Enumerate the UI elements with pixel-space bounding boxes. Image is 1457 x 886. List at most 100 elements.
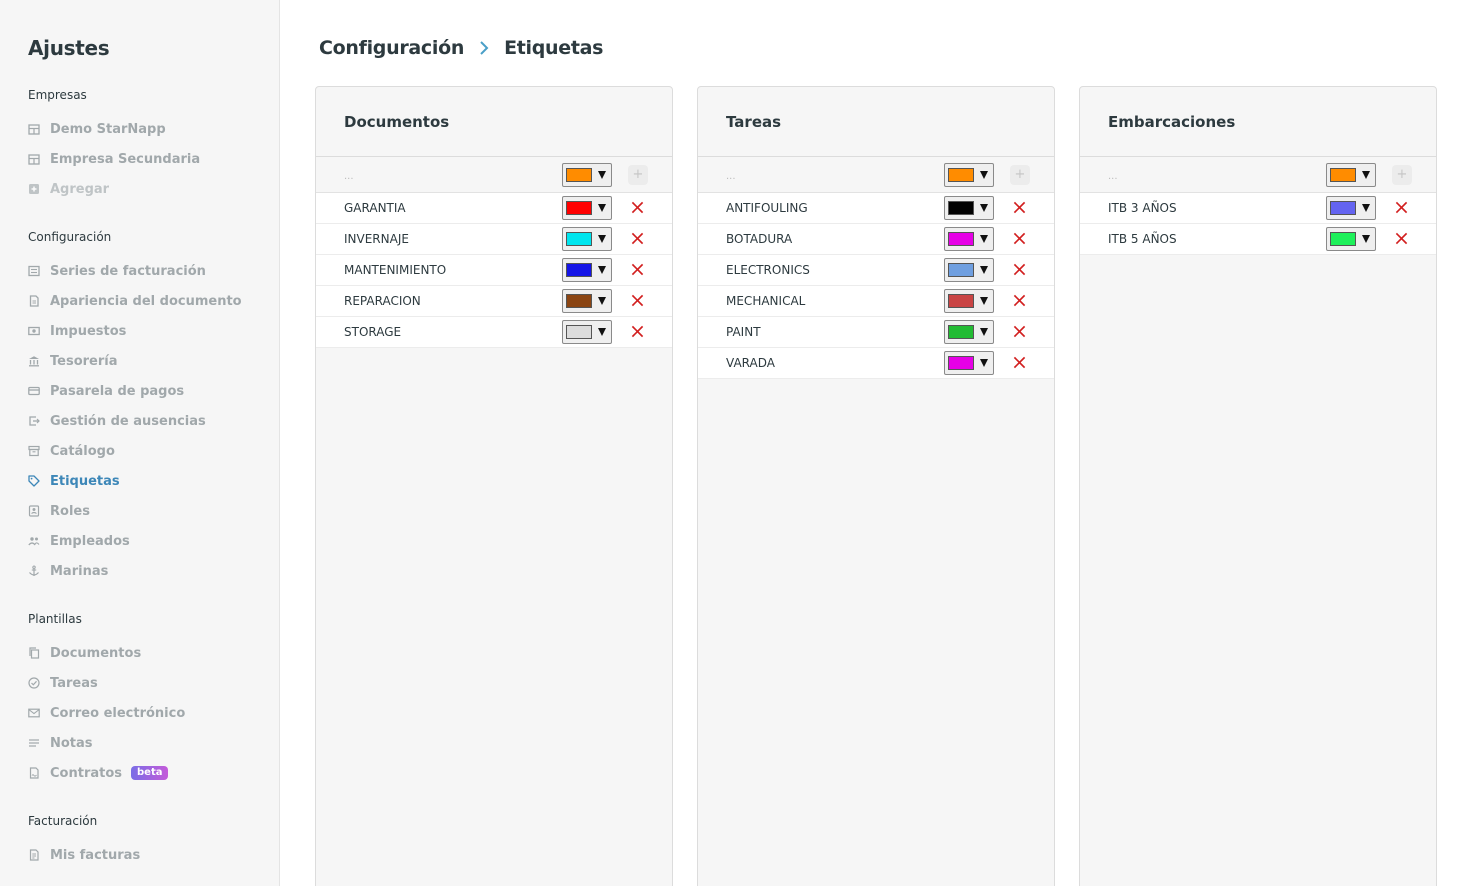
breadcrumb-parent[interactable]: Configuración (319, 37, 464, 59)
close-icon (1395, 199, 1408, 218)
color-swatch (1330, 201, 1356, 215)
color-picker[interactable] (1326, 196, 1376, 220)
delete-tag-button[interactable] (629, 293, 645, 309)
delete-tag-button[interactable] (629, 324, 645, 340)
new-tag-input[interactable]: ... (726, 171, 736, 182)
sidebar-item-roles[interactable]: Roles (28, 499, 90, 523)
delete-tag-button[interactable] (1393, 200, 1409, 216)
color-swatch (948, 356, 974, 370)
caret-down-icon (980, 328, 988, 336)
sidebar-item-label: Notas (50, 735, 93, 751)
close-icon (1013, 199, 1026, 218)
color-swatch (948, 232, 974, 246)
building-icon (28, 123, 40, 135)
tag-label[interactable]: INVERNAJE (344, 232, 409, 246)
id-badge-icon (28, 505, 40, 517)
sidebar-item-etiquetas[interactable]: Etiquetas (28, 469, 120, 493)
delete-tag-button[interactable] (1393, 231, 1409, 247)
tag-label[interactable]: REPARACION (344, 294, 421, 308)
sidebar-item-pasarela-de-pagos[interactable]: Pasarela de pagos (28, 379, 184, 403)
caret-down-icon (598, 328, 606, 336)
color-swatch (566, 201, 592, 215)
tag-label[interactable]: VARADA (726, 356, 775, 370)
tag-label[interactable]: MANTENIMIENTO (344, 263, 446, 277)
new-tag-input[interactable]: ... (1108, 171, 1118, 182)
tag-label[interactable]: GARANTIA (344, 201, 406, 215)
sidebar-item-series-de-facturacion[interactable]: Series de facturación (28, 259, 206, 283)
color-picker[interactable] (944, 320, 994, 344)
sidebar-item-label: Agregar (50, 181, 110, 197)
plus-icon: + (1396, 167, 1408, 182)
sidebar-item-impuestos[interactable]: Impuestos (28, 319, 126, 343)
color-picker[interactable] (944, 351, 994, 375)
tag-label[interactable]: BOTADURA (726, 232, 792, 246)
color-picker[interactable] (562, 258, 612, 282)
sidebar-item-gestion-de-ausencias[interactable]: Gestión de ausencias (28, 409, 206, 433)
sidebar-item-documentos[interactable]: Documentos (28, 641, 141, 665)
delete-tag-button[interactable] (1011, 200, 1027, 216)
delete-tag-button[interactable] (629, 200, 645, 216)
color-swatch (566, 167, 592, 182)
caret-down-icon (980, 297, 988, 305)
tag-label[interactable]: ANTIFOULING (726, 201, 808, 215)
sidebar-item-catalogo[interactable]: Catálogo (28, 439, 115, 463)
sidebar-item-demo-starnapp[interactable]: Demo StarNapp (28, 117, 166, 141)
color-picker[interactable] (944, 258, 994, 282)
sidebar-item-apariencia-del-documento[interactable]: Apariencia del documento (28, 289, 242, 313)
delete-tag-button[interactable] (629, 231, 645, 247)
color-picker[interactable] (944, 162, 994, 187)
new-tag-input[interactable]: ... (344, 171, 354, 182)
sidebar-item-notas[interactable]: Notas (28, 731, 93, 755)
sidebar-item-empleados[interactable]: Empleados (28, 529, 130, 553)
color-picker[interactable] (562, 227, 612, 251)
sidebar-item-label: Documentos (50, 645, 142, 661)
color-picker[interactable] (562, 320, 612, 344)
delete-tag-button[interactable] (1011, 262, 1027, 278)
tag-label[interactable]: ELECTRONICS (726, 263, 810, 277)
add-tag-button[interactable]: + (1392, 164, 1412, 185)
tag-panel-embarcaciones: Embarcaciones ... + ITB 3 AÑOS ITB 5 AÑO… (1079, 86, 1437, 886)
tag-row: VARADA (698, 348, 1054, 379)
tag-label[interactable]: ITB 5 AÑOS (1108, 232, 1177, 246)
color-picker[interactable] (562, 196, 612, 220)
delete-tag-button[interactable] (1011, 293, 1027, 309)
sidebar-item-tareas[interactable]: Tareas (28, 671, 98, 695)
plus-icon: + (632, 167, 644, 182)
caret-down-icon (1362, 204, 1370, 212)
color-picker[interactable] (562, 162, 612, 187)
sidebar-item-marinas[interactable]: Marinas (28, 559, 108, 583)
color-picker[interactable] (1326, 227, 1376, 251)
tag-label[interactable]: PAINT (726, 325, 761, 339)
add-tag-button[interactable]: + (628, 164, 648, 185)
sidebar-item-contratos[interactable]: Contratos beta (28, 761, 169, 785)
list-icon (28, 265, 40, 277)
sidebar-item-label: Gestión de ausencias (50, 413, 206, 429)
sidebar-group-empresas: Empresas (28, 88, 87, 102)
tag-row: REPARACION (316, 286, 672, 317)
plus-icon: + (1014, 167, 1026, 182)
sidebar-item-mis-facturas[interactable]: Mis facturas (28, 843, 140, 867)
color-picker[interactable] (944, 289, 994, 313)
sidebar-item-empresa-secundaria[interactable]: Empresa Secundaria (28, 147, 200, 171)
tag-row: PAINT (698, 317, 1054, 348)
tag-label[interactable]: ITB 3 AÑOS (1108, 201, 1177, 215)
caret-down-icon (598, 266, 606, 274)
tag-icon (28, 475, 40, 487)
delete-tag-button[interactable] (1011, 324, 1027, 340)
delete-tag-button[interactable] (629, 262, 645, 278)
close-icon (1013, 323, 1026, 342)
color-picker[interactable] (944, 227, 994, 251)
tag-label[interactable]: STORAGE (344, 325, 401, 339)
color-picker[interactable] (1326, 162, 1376, 187)
money-icon (28, 325, 40, 337)
sidebar-item-tesoreria[interactable]: Tesorería (28, 349, 118, 373)
delete-tag-button[interactable] (1011, 355, 1027, 371)
caret-down-icon (980, 235, 988, 243)
sidebar-item-correo-electronico[interactable]: Correo electrónico (28, 701, 185, 725)
color-picker[interactable] (562, 289, 612, 313)
add-tag-button[interactable]: + (1010, 164, 1030, 185)
delete-tag-button[interactable] (1011, 231, 1027, 247)
tag-label[interactable]: MECHANICAL (726, 294, 805, 308)
color-picker[interactable] (944, 196, 994, 220)
contract-icon (28, 767, 40, 779)
